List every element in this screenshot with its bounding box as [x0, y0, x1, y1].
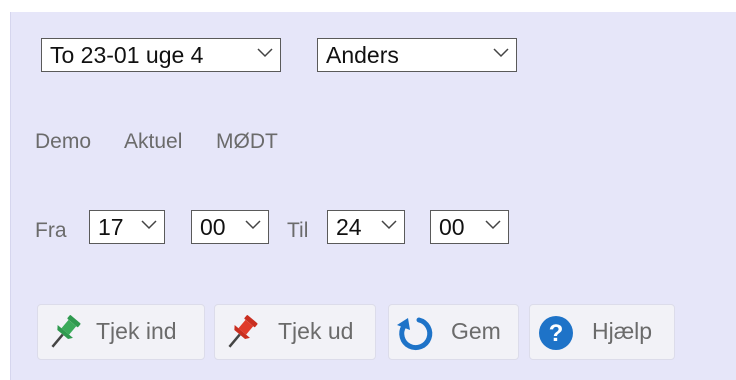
question-mark-icon: ? — [539, 316, 573, 350]
to-hour-value: 24 — [336, 214, 362, 240]
chevron-down-icon — [257, 48, 273, 58]
from-hour-select[interactable]: 17 — [89, 210, 165, 244]
from-hour-value: 17 — [98, 214, 124, 240]
from-minute-select[interactable]: 00 — [191, 210, 269, 244]
chevron-down-icon — [141, 220, 157, 230]
refresh-icon — [397, 317, 433, 351]
status-label-demo: Demo — [35, 130, 92, 153]
to-minute-value: 00 — [439, 214, 465, 240]
chevron-down-icon — [493, 48, 509, 58]
help-button[interactable]: ? Hjælp — [529, 304, 675, 360]
to-minute-select[interactable]: 00 — [430, 210, 509, 244]
status-label-aktuel: Aktuel — [124, 130, 183, 153]
save-button[interactable]: Gem — [388, 304, 519, 360]
chevron-down-icon — [485, 220, 501, 230]
person-select[interactable]: Anders — [317, 38, 517, 72]
page-title-cropped — [0, 0, 736, 12]
help-button-label: Hjælp — [592, 318, 653, 344]
chevron-down-icon — [381, 220, 397, 230]
checkin-panel: To 23-01 uge 4 Anders Demo Aktuel MØDT F… — [10, 12, 736, 380]
from-label: Fra — [35, 219, 67, 242]
svg-text:?: ? — [549, 320, 564, 347]
status-label-modt: MØDT — [216, 130, 278, 153]
red-pushpin-icon — [228, 315, 258, 348]
to-label: Til — [287, 219, 309, 242]
person-select-value: Anders — [326, 42, 399, 68]
save-button-label: Gem — [451, 318, 501, 344]
checkout-button[interactable]: Tjek ud — [214, 304, 376, 360]
checkin-button[interactable]: Tjek ind — [37, 304, 205, 360]
green-pushpin-icon — [51, 315, 81, 348]
from-minute-value: 00 — [200, 214, 226, 240]
day-select-value: To 23-01 uge 4 — [50, 42, 204, 68]
checkout-button-label: Tjek ud — [278, 318, 354, 344]
to-hour-select[interactable]: 24 — [327, 210, 405, 244]
checkin-button-label: Tjek ind — [96, 318, 177, 344]
day-select[interactable]: To 23-01 uge 4 — [41, 38, 281, 72]
chevron-down-icon — [245, 220, 261, 230]
